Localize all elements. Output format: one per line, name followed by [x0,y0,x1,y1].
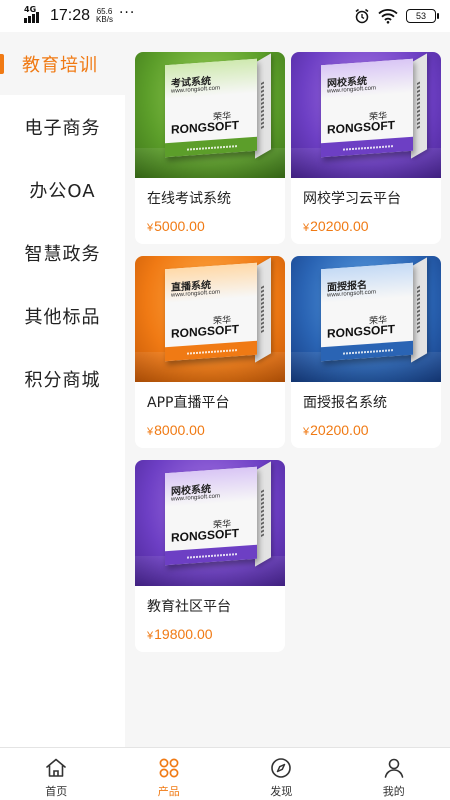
nav-label: 发现 [270,785,293,798]
product-name: 教育社区平台 [147,599,231,615]
status-bar-right: 53 [354,8,439,24]
currency-symbol: ¥ [303,426,310,438]
sidebar-item-smart-government[interactable]: 智慧政务 [0,221,125,284]
nav-item-products[interactable]: 产品 [113,748,226,800]
nav-label: 我的 [382,785,405,798]
product-price: ¥8000.00 [147,422,205,438]
product-price: ¥20200.00 [303,422,369,438]
product-image: 直播系统 www.rongsoft.com 荣华 RONGSOFT [135,256,285,382]
box-brand: RONGSOFT [171,118,239,137]
product-price: ¥19800.00 [147,626,213,642]
product-image: 网校系统 www.rongsoft.com 荣华 RONGSOFT [291,52,441,178]
product-image: 面授报名 www.rongsoft.com 荣华 RONGSOFT [291,256,441,382]
sidebar-item-label: 其他标品 [24,306,101,328]
category-sidebar: 教育培训 电子商务 办公OA 智慧政务 其他标品 积分商城 [0,32,125,747]
status-bar-left: 4G 17:28 65.6 KB/s ··· [24,5,136,25]
product-image: 考试系统 www.rongsoft.com 荣华 RONGSOFT [135,52,285,178]
software-box-image: 面授报名 www.rongsoft.com 荣华 RONGSOFT [321,262,413,362]
bottom-nav: 首页 产品 发现 我的 [0,747,450,800]
software-box-image: 直播系统 www.rongsoft.com 荣华 RONGSOFT [165,262,257,362]
user-icon [384,758,404,778]
product-price: ¥20200.00 [303,218,369,234]
nav-label: 产品 [157,785,180,798]
home-icon [46,758,67,777]
box-brand: RONGSOFT [171,322,239,341]
product-card[interactable]: 直播系统 www.rongsoft.com 荣华 RONGSOFT APP直播平… [135,256,285,448]
product-name: 在线考试系统 [147,191,231,207]
price-value: 5000.00 [154,218,205,234]
compass-icon [271,758,292,778]
box-brand: RONGSOFT [171,526,239,545]
sidebar-item-label: 办公OA [29,180,96,202]
price-value: 8000.00 [154,422,205,438]
products-grid-icon [159,758,179,778]
box-brand: RONGSOFT [327,322,395,341]
software-box-image: 网校系统 www.rongsoft.com 荣华 RONGSOFT [165,466,257,566]
sidebar-item-label: 电子商务 [24,117,101,139]
price-value: 20200.00 [310,218,369,234]
currency-symbol: ¥ [147,630,154,642]
product-name: APP直播平台 [147,395,230,411]
status-time: 17:28 [50,7,91,24]
product-image: 网校系统 www.rongsoft.com 荣华 RONGSOFT [135,460,285,586]
wifi-icon [378,9,398,24]
box-brand: RONGSOFT [327,118,395,137]
alarm-icon [355,8,369,24]
status-bar: 4G 17:28 65.6 KB/s ··· 53 [0,0,450,32]
signal-icon: 4G [24,5,44,23]
more-notifications-icon: ··· [118,5,136,21]
nav-label: 首页 [45,785,68,798]
sidebar-item-ecommerce[interactable]: 电子商务 [0,95,125,158]
sidebar-item-label: 教育培训 [22,54,98,76]
nav-item-discover[interactable]: 发现 [225,748,338,800]
network-speed: 65.6 KB/s [96,8,113,24]
nav-item-home[interactable]: 首页 [0,748,113,800]
price-value: 20200.00 [310,422,369,438]
nav-item-profile[interactable]: 我的 [338,748,450,800]
battery-level: 53 [415,11,426,21]
software-box-image: 考试系统 www.rongsoft.com 荣华 RONGSOFT [165,58,257,158]
software-box-image: 网校系统 www.rongsoft.com 荣华 RONGSOFT [321,58,413,158]
product-card[interactable]: 网校系统 www.rongsoft.com 荣华 RONGSOFT 网校学习云平… [291,52,441,244]
network-speed-unit: KB/s [96,15,113,24]
sidebar-item-label: 积分商城 [24,369,101,391]
product-card[interactable]: 网校系统 www.rongsoft.com 荣华 RONGSOFT 教育社区平台… [135,460,285,652]
product-price: ¥5000.00 [147,218,205,234]
sidebar-item-label: 智慧政务 [24,243,101,265]
product-card[interactable]: 面授报名 www.rongsoft.com 荣华 RONGSOFT 面授报名系统… [291,256,441,448]
product-name: 面授报名系统 [303,395,387,411]
product-card[interactable]: 考试系统 www.rongsoft.com 荣华 RONGSOFT 在线考试系统… [135,52,285,244]
sidebar-item-office-oa[interactable]: 办公OA [0,158,125,221]
sidebar-item-other-products[interactable]: 其他标品 [0,284,125,347]
app-screen: 4G 17:28 65.6 KB/s ··· 53 教育培训 电子商务 办公OA… [0,0,450,800]
product-name: 网校学习云平台 [303,191,401,207]
battery-icon: 53 [406,9,439,23]
sidebar-item-points-mall[interactable]: 积分商城 [0,347,125,410]
currency-symbol: ¥ [147,222,154,234]
price-value: 19800.00 [154,626,213,642]
currency-symbol: ¥ [303,222,310,234]
sidebar-item-education[interactable]: 教育培训 [0,32,125,95]
currency-symbol: ¥ [147,426,154,438]
